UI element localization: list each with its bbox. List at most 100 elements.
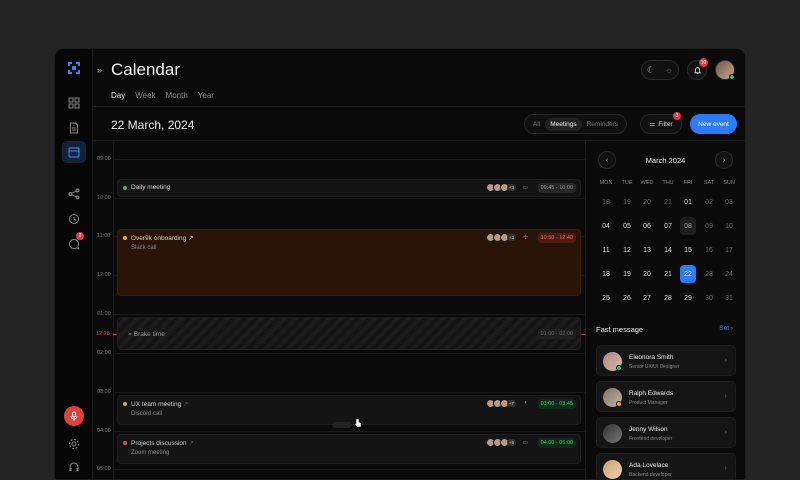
contact-role: Product Manager (629, 400, 668, 406)
event-subtitle: Zoom meeting (131, 450, 170, 456)
support-button[interactable] (64, 457, 84, 477)
filter-button[interactable]: ⚌ Filter 3 (640, 112, 682, 134)
bell-icon (693, 66, 701, 74)
hour-label: 01:00 (97, 311, 111, 317)
calendar-day[interactable]: 08 (680, 217, 696, 235)
sidebar-item-history[interactable] (64, 209, 84, 229)
contact-card[interactable]: Eleonora Smith Senior UX/UI Designer › (596, 345, 736, 376)
notifications-button[interactable]: 10 (687, 58, 708, 80)
collapse-handle[interactable] (332, 422, 352, 428)
contact-card[interactable]: Ralph Edwards Product Manager › (596, 381, 736, 412)
event-brake-time[interactable]: ● Brake time 01:00 - 02:00 (117, 317, 581, 350)
new-event-button[interactable]: New event (690, 114, 737, 134)
sliders-icon: ⚌ (649, 121, 656, 128)
calendar-day[interactable]: 06 (639, 217, 655, 235)
expand-sidebar-icon[interactable]: » (97, 65, 102, 75)
tab-week[interactable]: Week (135, 91, 155, 100)
calendar-day[interactable]: 13 (639, 241, 655, 259)
theme-toggle[interactable]: ☾ ☼ (641, 60, 679, 80)
calendar-day[interactable]: 11 (598, 241, 614, 259)
fast-message-title: Fast message (596, 325, 644, 334)
hand-cursor-icon (354, 418, 362, 428)
tab-month[interactable]: Month (166, 91, 188, 100)
weekday-label: SUN (723, 180, 735, 186)
event-title: UX team meeting ↗ (131, 401, 189, 408)
external-link-icon[interactable]: ↗ (183, 401, 188, 408)
event-title: Projects discussion ↗ (131, 440, 194, 447)
calendar-day[interactable]: 17 (721, 241, 737, 259)
event-time: 04:00 - 05:00 (537, 438, 576, 448)
calendar-day[interactable]: 18 (598, 193, 614, 211)
calendar-day[interactable]: 16 (701, 241, 717, 259)
calendar-day[interactable]: 20 (639, 193, 655, 211)
calendar-day[interactable]: 22 (680, 265, 696, 283)
calendar-day[interactable]: 23 (701, 265, 717, 283)
event-daily-meeting[interactable]: Daily meeting +3 ▭ 09:45 - 10:00 (117, 179, 581, 197)
hour-line (114, 431, 585, 432)
video-icon: ▭ (522, 185, 528, 191)
calendar-day[interactable]: 28 (660, 289, 676, 307)
calendar-day[interactable]: 24 (721, 265, 737, 283)
status-dot (123, 236, 127, 240)
microphone-button[interactable] (64, 406, 84, 426)
set-button[interactable]: Set › (719, 325, 733, 332)
sidebar-item-documents[interactable] (64, 118, 84, 138)
tab-day[interactable]: Day (111, 91, 125, 100)
calendar-day[interactable]: 12 (619, 241, 635, 259)
segment-meetings[interactable]: Meetings (545, 117, 582, 131)
external-link-icon[interactable]: ↗ (188, 440, 193, 447)
calendar-day[interactable]: 25 (598, 289, 614, 307)
avatar (603, 460, 622, 479)
calendar-day[interactable]: 10 (721, 217, 737, 235)
calendar-day[interactable]: 14 (660, 241, 676, 259)
calendar-day[interactable]: 01 (680, 193, 696, 211)
event-ux-team-meeting[interactable]: UX team meeting ↗ Discord call +7 ◐ 03:0… (117, 395, 581, 425)
status-dot (123, 441, 127, 445)
segment-all[interactable]: All (528, 118, 545, 131)
calendar-day[interactable]: 09 (701, 217, 717, 235)
calendar-day[interactable]: 03 (721, 193, 737, 211)
microphone-icon (70, 411, 78, 421)
calendar-day[interactable]: 05 (619, 217, 635, 235)
calendar-day[interactable]: 27 (639, 289, 655, 307)
calendar-day[interactable]: 21 (660, 265, 676, 283)
calendar-day[interactable]: 15 (680, 241, 696, 259)
calendar-day[interactable]: 29 (680, 289, 696, 307)
sidebar-item-calendar[interactable] (62, 141, 86, 163)
settings-button[interactable] (64, 434, 84, 454)
external-link-icon[interactable]: ↗ (188, 235, 193, 242)
calendar-day[interactable]: 18 (598, 265, 614, 283)
contact-name: Ada Lovelace (629, 462, 669, 469)
weekday-label: SAT (703, 180, 715, 186)
logo-icon (68, 62, 80, 74)
attendee-count: +3 (506, 234, 516, 241)
sidebar-item-chat[interactable]: 2 (64, 232, 84, 254)
calendar-day[interactable]: 19 (619, 193, 635, 211)
calendar-day[interactable]: 04 (598, 217, 614, 235)
notification-badge: 10 (699, 58, 708, 67)
calendar-day[interactable]: 07 (660, 217, 676, 235)
contact-card[interactable]: Ada Lovelace Backend developer › (596, 453, 736, 479)
next-month-button[interactable]: › (715, 151, 733, 169)
contact-card[interactable]: Jenny Wilson Frontend developer › (596, 417, 736, 448)
day-timeline: 09:00 10:00 11:00 12:00 01:00 02:00 03:0… (93, 141, 585, 479)
calendar-day[interactable]: 19 (619, 265, 635, 283)
gear-icon (69, 439, 79, 449)
calendar-day[interactable]: 31 (721, 289, 737, 307)
hour-label: 03:00 (97, 389, 111, 395)
calendar-day[interactable]: 30 (701, 289, 717, 307)
event-time: 01:00 - 02:00 (537, 329, 576, 339)
tab-year[interactable]: Year (198, 91, 214, 100)
calendar-day[interactable]: 26 (619, 289, 635, 307)
contact-name: Eleonora Smith (629, 354, 674, 361)
sidebar-item-dashboard[interactable] (64, 93, 84, 113)
calendar-day[interactable]: 20 (639, 265, 655, 283)
event-over9k-onboarding[interactable]: Over9k onboarding ↗ Slack call +3 ✣ 10:5… (117, 229, 581, 296)
contact-name: Jenny Wilson (629, 426, 668, 433)
sidebar-item-share[interactable] (64, 184, 84, 204)
calendar-day[interactable]: 21 (660, 193, 676, 211)
event-projects-discussion[interactable]: Projects discussion ↗ Zoom meeting +5 ▭ … (117, 434, 581, 464)
calendar-day[interactable]: 02 (701, 193, 717, 211)
user-avatar[interactable] (715, 60, 735, 80)
segment-reminders[interactable]: Reminders (582, 118, 623, 131)
